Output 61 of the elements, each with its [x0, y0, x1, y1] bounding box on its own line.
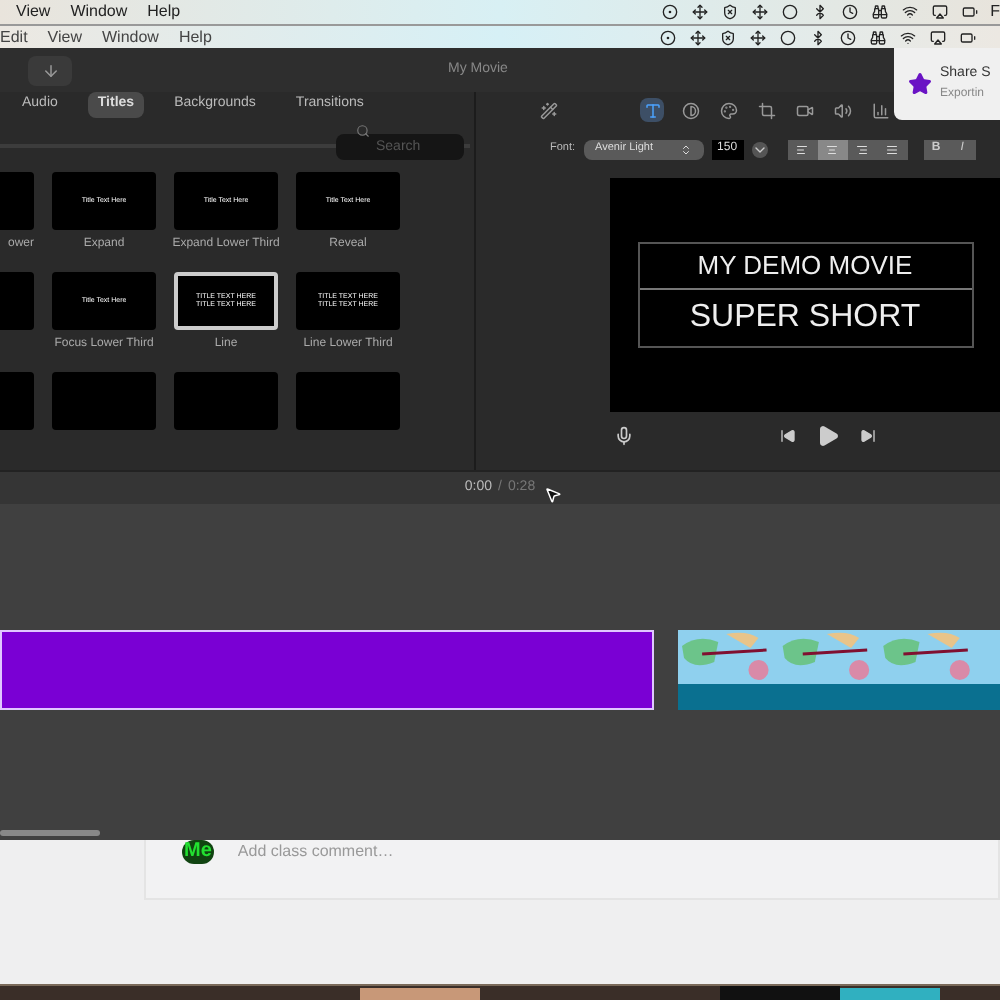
align-button[interactable] — [877, 139, 908, 159]
scrollbar[interactable] — [0, 829, 100, 835]
dropdown-icon[interactable] — [751, 141, 768, 157]
record-icon[interactable] — [662, 4, 679, 20]
menu-item[interactable]: View — [47, 25, 82, 49]
title-thumbnail[interactable] — [296, 371, 400, 429]
wifi-icon[interactable] — [900, 29, 916, 45]
binoculars-icon[interactable] — [870, 29, 886, 45]
clock-icon[interactable] — [840, 29, 856, 45]
contrast-icon[interactable] — [678, 98, 702, 122]
move-icon[interactable] — [752, 4, 769, 20]
align-icon — [826, 143, 839, 155]
shield-icon[interactable] — [720, 29, 736, 45]
avatar: Me — [182, 840, 214, 864]
title-clip[interactable] — [0, 630, 654, 710]
arrows-icon[interactable] — [690, 29, 706, 45]
menu-item[interactable]: Window — [102, 25, 159, 49]
menu-item[interactable]: Window — [70, 0, 128, 24]
shield-icon[interactable] — [722, 4, 739, 20]
align-icon — [796, 143, 809, 155]
star-icon — [908, 72, 932, 96]
skip-forward-icon[interactable] — [860, 428, 876, 444]
down-arrow-icon — [41, 61, 59, 79]
comment-field[interactable]: Add class comment… — [237, 840, 638, 864]
arrows-icon[interactable] — [692, 4, 709, 20]
menu-item[interactable]: Help — [178, 25, 212, 49]
title-text: MY DEMO MOVIE — [639, 244, 971, 290]
mouse-pointer-icon — [544, 486, 562, 504]
title-text: SUPER SHORT — [687, 297, 923, 338]
circle-icon[interactable] — [782, 4, 799, 20]
play-icon[interactable] — [816, 424, 840, 448]
menu-item[interactable]: Edit — [0, 25, 28, 49]
battery-icon[interactable] — [960, 29, 976, 45]
title-thumbnail[interactable] — [174, 371, 278, 429]
battery-icon[interactable] — [962, 4, 979, 20]
wifi-icon[interactable] — [902, 4, 919, 20]
status-text: F — [990, 0, 1000, 24]
align-icon — [856, 143, 869, 155]
align-button[interactable] — [817, 139, 848, 159]
crop-icon[interactable] — [754, 98, 778, 122]
video-clip[interactable] — [678, 630, 1000, 710]
microphone-icon[interactable] — [614, 426, 634, 446]
text-icon[interactable] — [640, 98, 664, 122]
volume-icon[interactable] — [830, 98, 854, 122]
binoculars-icon[interactable] — [872, 4, 889, 20]
align-button[interactable] — [847, 139, 878, 159]
clock-icon[interactable] — [842, 4, 859, 20]
record-icon[interactable] — [660, 29, 676, 45]
menu-item[interactable]: View — [16, 0, 51, 24]
wand-icon[interactable] — [536, 98, 560, 122]
circle-icon[interactable] — [780, 29, 796, 45]
align-icon — [886, 143, 899, 155]
bar-chart-icon[interactable] — [868, 98, 892, 122]
menu-item[interactable]: Help — [147, 0, 181, 24]
title-thumbnail[interactable] — [52, 371, 156, 429]
palette-icon[interactable] — [716, 98, 740, 122]
align-button[interactable] — [787, 139, 818, 159]
skip-back-icon[interactable] — [780, 428, 796, 444]
import-button[interactable] — [28, 55, 72, 85]
search-icon — [356, 123, 370, 137]
move-icon[interactable] — [750, 29, 766, 45]
